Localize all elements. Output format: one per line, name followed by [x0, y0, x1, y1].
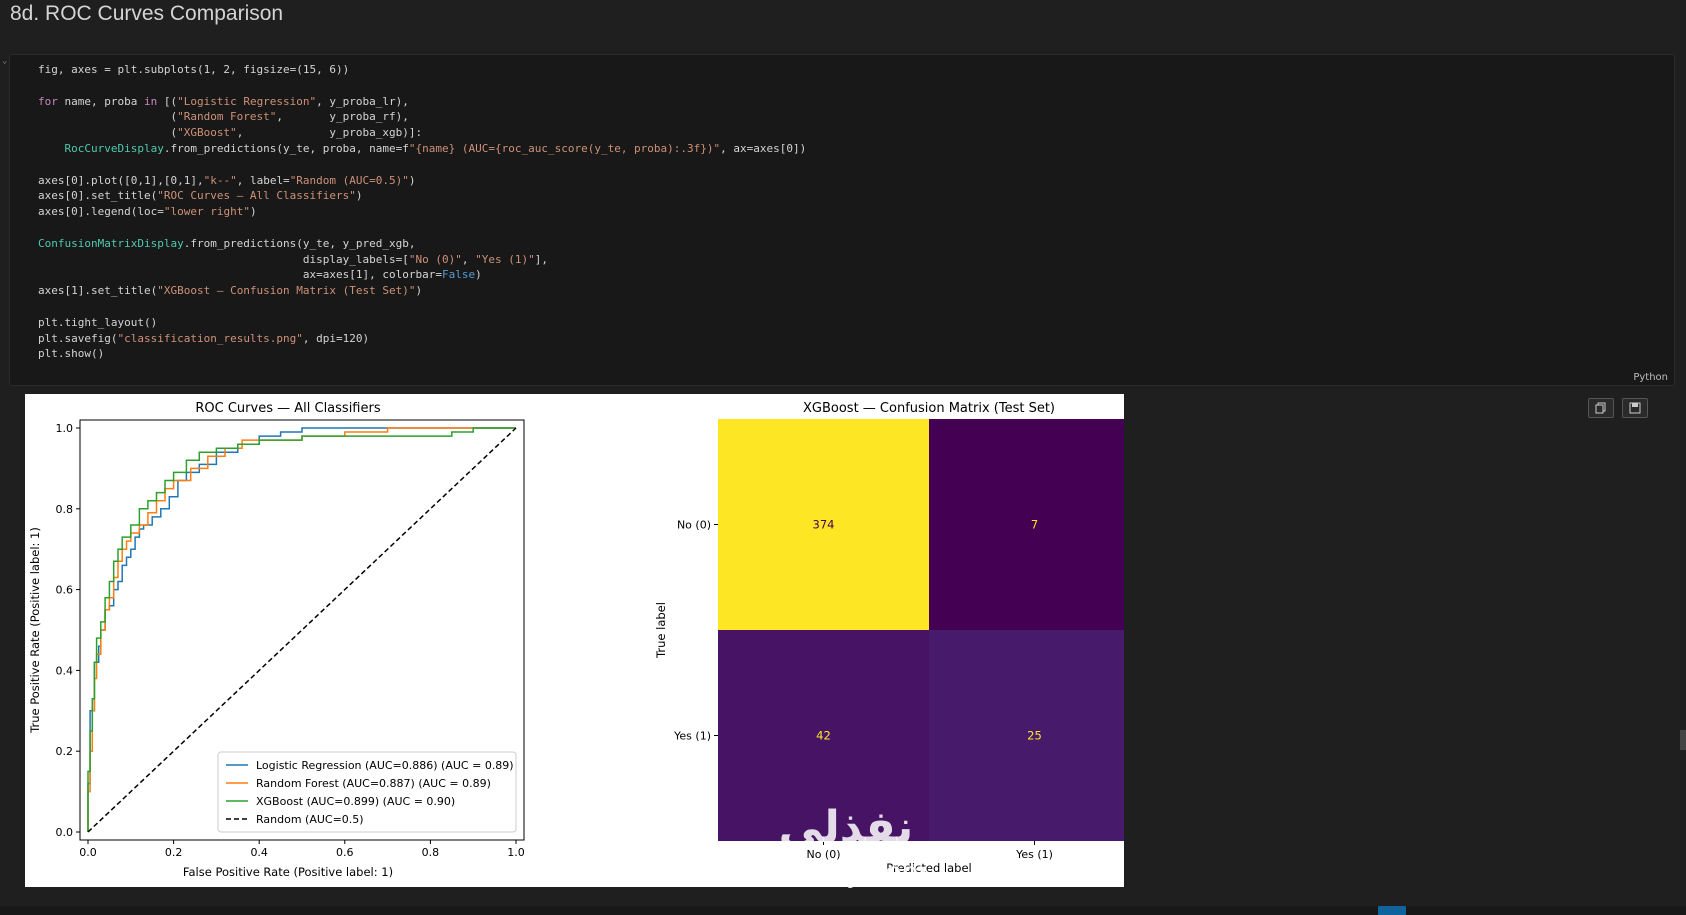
code-line[interactable]: ax=axes[1], colorbar=False): [38, 267, 806, 283]
figure-canvas: ROC Curves — All Classifiers 0.0 0.2 0.4 0.…: [28, 401, 1124, 879]
roc-chart-title: ROC Curves — All Classifiers: [195, 401, 380, 416]
roc-y-axis-label: True Positive Rate (Positive label: 1): [28, 527, 42, 734]
copy-icon[interactable]: [1588, 398, 1614, 418]
roc-legend-label: Random (AUC=0.5): [256, 813, 364, 826]
cm-cell-value: 374: [813, 518, 835, 532]
code-line[interactable]: fig, axes = plt.subplots(1, 2, figsize=(…: [38, 62, 806, 78]
code-line[interactable]: axes[0].plot([0,1],[0,1],"k--", label="R…: [38, 173, 806, 189]
cell-collapse-icon[interactable]: ⌄: [2, 56, 8, 66]
code-line[interactable]: [38, 157, 806, 173]
roc-x-tick-label: 0.4: [250, 846, 268, 859]
code-line[interactable]: [38, 78, 806, 94]
cm-row-label: Yes (1): [673, 730, 711, 743]
confusion-matrix-chart: XGBoost — Confusion Matrix (Test Set) 37…: [654, 401, 1124, 875]
code-line[interactable]: ("XGBoost", y_proba_xgb)]:: [38, 125, 806, 141]
cm-col-label: No (0): [806, 848, 840, 861]
cm-row-label: No (0): [677, 519, 711, 532]
roc-legend: Logistic Regression (AUC=0.886) (AUC = 0…: [217, 751, 517, 833]
roc-x-tick-label: 0.2: [165, 846, 183, 859]
roc-y-tick-label: 0.8: [56, 503, 74, 516]
code-line[interactable]: [38, 299, 806, 315]
plot-output: ROC Curves — All Classifiers 0.0 0.2 0.4 0.…: [25, 394, 1124, 887]
cm-cell-value: 25: [1027, 729, 1042, 743]
status-bar-accent[interactable]: [1378, 906, 1406, 915]
code-line[interactable]: axes[1].set_title("XGBoost — Confusion M…: [38, 283, 806, 299]
code-line[interactable]: RocCurveDisplay.from_predictions(y_te, p…: [38, 141, 807, 157]
cm-x-axis-label: Predicted label: [886, 861, 971, 875]
code-line[interactable]: [38, 220, 806, 236]
roc-x-tick-label: 0.8: [422, 846, 440, 859]
cell-language-label[interactable]: Python: [1633, 372, 1668, 383]
code-line[interactable]: ("Random Forest", y_proba_rf),: [38, 109, 806, 125]
roc-y-tick-label: 0.2: [56, 745, 74, 758]
cm-col-label: Yes (1): [1015, 848, 1053, 861]
cm-y-axis-label: True label: [654, 602, 668, 659]
roc-chart: ROC Curves — All Classifiers 0.0 0.2 0.4 0.…: [28, 401, 525, 879]
section-heading: 8d. ROC Curves Comparison: [10, 2, 284, 25]
roc-legend-label: Logistic Regression (AUC=0.886) (AUC = 0…: [256, 759, 514, 772]
code-line[interactable]: axes[0].set_title("ROC Curves — All Clas…: [38, 188, 806, 204]
cm-cells: 374 7 42 25 No (0) Yes (1) No (0) Yes (1): [673, 419, 1124, 861]
code-line[interactable]: display_labels=["No (0)", "Yes (1)"],: [38, 252, 806, 268]
roc-legend-label: XGBoost (AUC=0.899) (AUC = 0.90): [256, 795, 455, 808]
status-bar: [0, 906, 1686, 915]
roc-x-tick-label: 1.0: [507, 846, 525, 859]
cm-cell-value: 42: [816, 729, 831, 743]
roc-x-axis-label: False Positive Rate (Positive label: 1): [183, 865, 393, 879]
cm-cell-value: 7: [1031, 518, 1038, 532]
roc-legend-label: Random Forest (AUC=0.887) (AUC = 0.89): [256, 777, 491, 790]
output-toolbar: [1588, 398, 1648, 418]
roc-x-tick-label: 0.6: [336, 846, 354, 859]
cm-chart-title: XGBoost — Confusion Matrix (Test Set): [803, 401, 1055, 416]
code-line[interactable]: ConfusionMatrixDisplay.from_predictions(…: [38, 236, 806, 252]
roc-y-tick-label: 0.4: [56, 664, 74, 677]
code-line[interactable]: axes[0].legend(loc="lower right"): [38, 204, 806, 220]
roc-y-tick-label: 1.0: [56, 422, 74, 435]
roc-y-tick-label: 0.6: [56, 584, 74, 597]
code-line[interactable]: for name, proba in [("Logistic Regressio…: [38, 94, 806, 110]
save-icon[interactable]: [1622, 398, 1648, 418]
code-line[interactable]: plt.show(): [38, 346, 806, 362]
scrollbar-thumb[interactable]: [1680, 730, 1686, 750]
code-editor[interactable]: fig, axes = plt.subplots(1, 2, figsize=(…: [38, 62, 806, 362]
roc-x-tick-label: 0.0: [79, 846, 97, 859]
code-line[interactable]: plt.savefig("classification_results.png"…: [38, 331, 806, 347]
cm-cell: [929, 419, 1124, 630]
code-line[interactable]: plt.tight_layout(): [38, 315, 806, 331]
roc-y-tick-label: 0.0: [56, 826, 74, 839]
